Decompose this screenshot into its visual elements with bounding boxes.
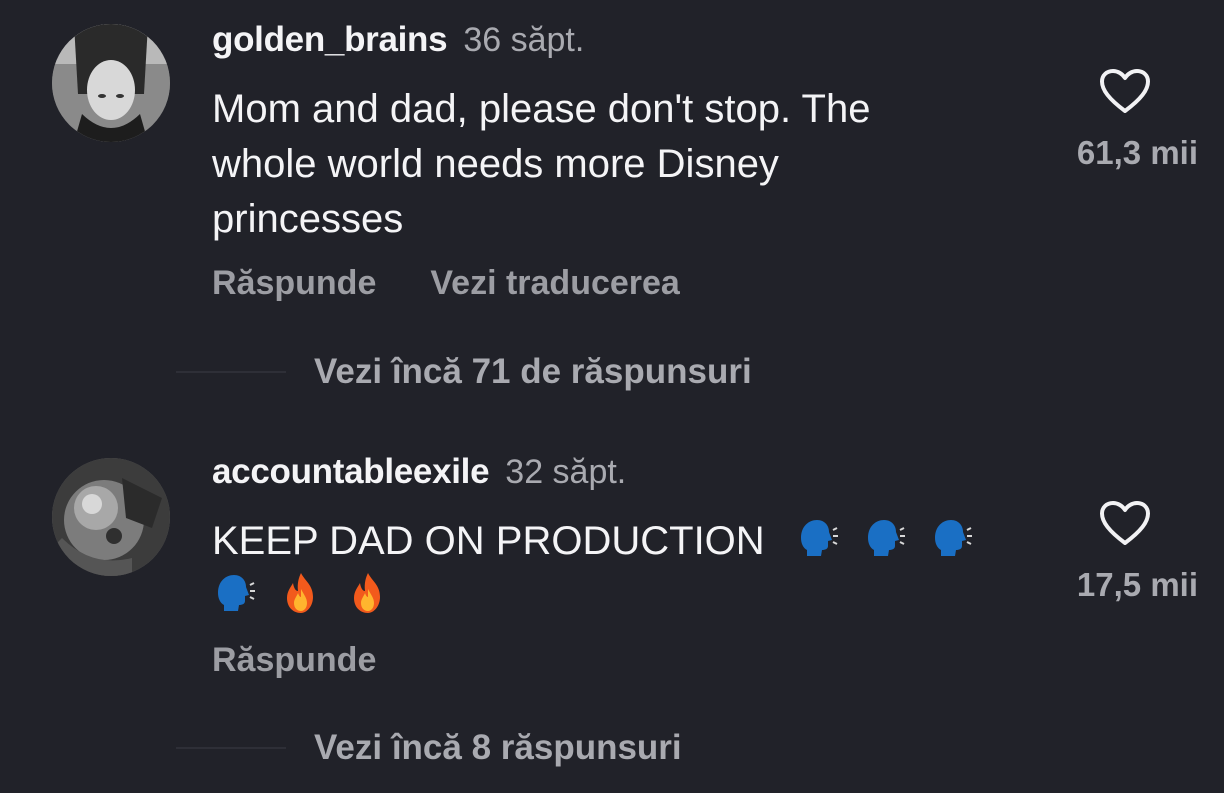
username[interactable]: golden_brains [212, 20, 448, 60]
comment-header: golden_brains 36 săpt. [212, 20, 584, 60]
fire-emoji-icon [354, 573, 381, 613]
comment-actions: Răspunde Vezi traducerea [212, 264, 680, 303]
comment-header: accountableexile 32 săpt. [212, 452, 626, 492]
comment-text-line: KEEP DAD ON PRODUCTION [212, 514, 1012, 569]
comment-text-line [212, 569, 1012, 624]
like-section: 17,5 mii [1050, 500, 1200, 604]
username[interactable]: accountableexile [212, 452, 490, 492]
reply-button[interactable]: Răspunde [212, 641, 376, 680]
avatar-image [52, 24, 170, 142]
like-count: 17,5 mii [1076, 566, 1198, 603]
like-section: 61,3 mii [1050, 68, 1200, 172]
heart-icon[interactable] [1099, 68, 1151, 114]
comment-text-line: whole world needs more Disney [212, 142, 779, 186]
comment-text: KEEP DAD ON PRODUCTION [212, 514, 1012, 624]
avatar[interactable] [52, 24, 170, 142]
comment-text-content: KEEP DAD ON PRODUCTION [212, 519, 765, 563]
view-more-replies-link[interactable]: Vezi încă 71 de răspunsuri [314, 352, 752, 392]
speaking-head-emoji-icon [935, 520, 973, 556]
see-translation-button[interactable]: Vezi traducerea [430, 264, 679, 303]
view-more-replies[interactable]: Vezi încă 71 de răspunsuri [176, 352, 752, 392]
comment-actions: Răspunde [212, 641, 376, 680]
comment-text-line: Mom and dad, please don't stop. The [212, 87, 871, 131]
view-more-replies-link[interactable]: Vezi încă 8 răspunsuri [314, 728, 682, 768]
speaking-head-emoji-icon [218, 575, 255, 611]
fire-emoji-icon [287, 573, 314, 613]
speaking-head-emoji-icon [800, 520, 838, 556]
like-count: 61,3 mii [1076, 134, 1198, 171]
speaking-head-emoji-icon [868, 520, 906, 556]
timestamp: 36 săpt. [463, 21, 585, 59]
replies-divider [176, 747, 286, 749]
heart-icon[interactable] [1099, 500, 1151, 546]
avatar[interactable] [52, 458, 170, 576]
view-more-replies[interactable]: Vezi încă 8 răspunsuri [176, 728, 682, 768]
timestamp: 32 săpt. [505, 453, 627, 491]
avatar-image [52, 458, 170, 576]
comment-text: Mom and dad, please don't stop. The whol… [212, 82, 1012, 247]
replies-divider [176, 371, 286, 373]
reply-button[interactable]: Răspunde [212, 264, 376, 303]
comment-text-line: princesses [212, 197, 404, 241]
